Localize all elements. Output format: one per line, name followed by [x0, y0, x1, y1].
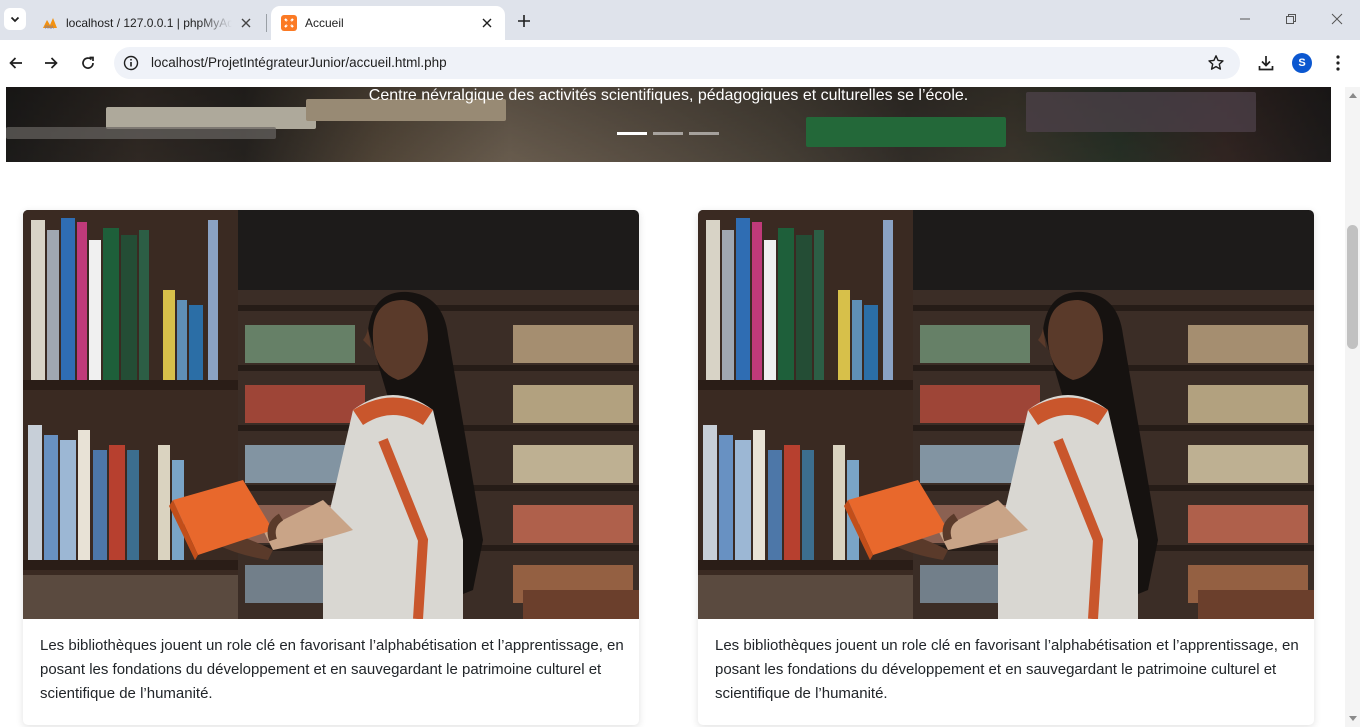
tab-accueil[interactable]: Accueil [271, 6, 505, 40]
profile-avatar[interactable]: S [1292, 53, 1312, 73]
plus-icon [518, 15, 530, 27]
scroll-down-arrow[interactable] [1349, 716, 1357, 721]
tab-title: Accueil [305, 16, 344, 30]
arrow-right-icon [45, 57, 58, 69]
browser-toolbar: localhost/ProjetIntégrateurJunior/accuei… [0, 40, 1360, 87]
student-library-photo [23, 210, 639, 619]
forward-button[interactable] [40, 52, 62, 74]
hero-caption: Centre névralgique des activités scienti… [368, 87, 969, 104]
tab-strip: PMA localhost / 127.0.0.1 | phpMyAdmin A… [0, 0, 1360, 40]
download-button[interactable] [1255, 52, 1277, 74]
svg-text:PMA: PMA [45, 25, 54, 30]
reload-icon [82, 56, 94, 69]
page-scrollbar[interactable] [1345, 87, 1360, 727]
browser-menu-button[interactable] [1328, 52, 1348, 74]
reload-button[interactable] [77, 52, 99, 74]
close-icon [1331, 13, 1343, 25]
carousel-indicator-1[interactable] [617, 132, 647, 135]
back-button[interactable] [5, 52, 27, 74]
close-tab-icon[interactable] [479, 15, 495, 31]
download-icon [1258, 56, 1274, 71]
info-card: Les bibliothèques jouent un role clé en … [23, 210, 639, 725]
tab-separator [266, 14, 267, 32]
restore-button[interactable] [1282, 10, 1300, 28]
tab-search-button[interactable] [4, 8, 26, 30]
address-bar[interactable]: localhost/ProjetIntégrateurJunior/accuei… [114, 47, 1240, 79]
carousel-indicator-3[interactable] [689, 132, 719, 135]
close-window-button[interactable] [1328, 10, 1346, 28]
carousel-indicator-2[interactable] [653, 132, 683, 135]
bookmark-star-icon[interactable] [1206, 53, 1226, 73]
url-text[interactable]: localhost/ProjetIntégrateurJunior/accuei… [151, 55, 447, 70]
restore-icon [1286, 14, 1296, 24]
hero-carousel[interactable]: Centre névralgique des activités scienti… [6, 87, 1331, 162]
arrow-left-icon [9, 57, 22, 69]
chevron-down-icon [10, 16, 20, 23]
minimize-button[interactable] [1236, 10, 1254, 28]
new-tab-button[interactable] [514, 11, 534, 31]
close-tab-icon[interactable] [238, 15, 254, 31]
card-text: Les bibliothèques jouent un role clé en … [715, 637, 1299, 702]
minimize-icon [1240, 18, 1250, 20]
student-library-photo [698, 210, 1314, 619]
xampp-icon [281, 15, 297, 31]
carousel-indicators [617, 132, 719, 135]
info-card: Les bibliothèques jouent un role clé en … [698, 210, 1314, 725]
tab-phpmyadmin[interactable]: PMA localhost / 127.0.0.1 | phpMyAdmin [32, 6, 264, 40]
scroll-up-arrow[interactable] [1349, 93, 1357, 98]
more-vertical-icon [1336, 55, 1340, 71]
phpmyadmin-icon: PMA [42, 15, 58, 31]
page-viewport: Centre névralgique des activités scienti… [0, 87, 1345, 727]
scroll-thumb[interactable] [1347, 225, 1358, 349]
tab-title: localhost / 127.0.0.1 | phpMyAdmin [66, 16, 232, 30]
site-info-icon[interactable] [121, 53, 141, 73]
card-text: Les bibliothèques jouent un role clé en … [40, 637, 624, 702]
